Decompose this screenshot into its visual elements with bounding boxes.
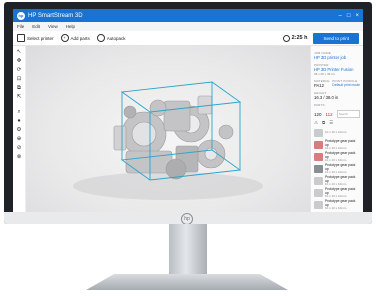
list-item[interactable]: Prototype gear pack up 10 x 10 x 10mm bbox=[314, 175, 360, 187]
job-name-value[interactable]: HP 3D printer job bbox=[314, 55, 360, 60]
layers-icon[interactable]: ⧉ bbox=[322, 120, 325, 126]
list-item[interactable]: Prototype gear pack up 10 x 10 x 10mm bbox=[314, 187, 360, 199]
app-title: HP SmartStream 3D bbox=[28, 12, 83, 19]
right-panel: JOB NAME HP 3D printer job PRINTER HP 3D… bbox=[310, 46, 363, 212]
autopack-label: Autopack bbox=[106, 35, 126, 41]
app-screen: hp HP SmartStream 3D – □ × File Edit Vie… bbox=[13, 9, 363, 212]
autopack-icon bbox=[96, 34, 105, 42]
scale-tool-icon[interactable]: ⊡ bbox=[17, 75, 22, 84]
send-to-print-button[interactable]: Send to print bbox=[313, 32, 359, 44]
print-time-value: 2:25 h bbox=[291, 35, 308, 41]
part-dims: 10 x 10 x 10mm bbox=[325, 182, 347, 187]
monitor-stand bbox=[169, 224, 207, 280]
title-bar: hp HP SmartStream 3D – □ × bbox=[13, 9, 363, 22]
align-tool-icon[interactable]: ⇱ bbox=[17, 93, 22, 102]
menu-bar: File Edit View Help bbox=[13, 22, 363, 31]
menu-view[interactable]: View bbox=[48, 24, 58, 29]
part-thumbnail bbox=[314, 153, 323, 161]
monitor-bezel: hp HP SmartStream 3D – □ × File Edit Vie… bbox=[4, 2, 372, 225]
left-toolbar: ↖ ✥ ⟳ ⊡ ⧉ ⇱ ⌕ ● ⚙ ⊕ ⊘ ⊗ bbox=[13, 46, 26, 212]
close-button[interactable]: × bbox=[355, 13, 359, 19]
list-item[interactable]: 10 x 10 x 10mm bbox=[314, 128, 360, 138]
parts-total-count: 120 bbox=[314, 111, 322, 117]
list-item[interactable]: Prototype gear pack up 10 x 10 x 10mm bbox=[314, 199, 360, 211]
remove-tool-icon[interactable]: ⊗ bbox=[17, 153, 22, 162]
parts-search-input[interactable]: Search bbox=[336, 110, 360, 118]
height-value: 16.3 / 38.0 in bbox=[314, 95, 339, 100]
part-thumbnail bbox=[314, 129, 323, 137]
3d-viewport[interactable] bbox=[26, 46, 310, 212]
part-thumbnail bbox=[314, 201, 323, 209]
part-thumbnail bbox=[314, 141, 323, 149]
maximize-button[interactable]: □ bbox=[347, 13, 351, 19]
part-dims: 10 x 10 x 10mm bbox=[325, 206, 347, 211]
menu-help[interactable]: Help bbox=[66, 24, 75, 29]
move-tool-icon[interactable]: ✥ bbox=[17, 57, 22, 66]
zoom-tool-icon[interactable]: ⌕ bbox=[17, 108, 20, 117]
view-tool-icon[interactable]: ● bbox=[17, 117, 20, 126]
menu-file[interactable]: File bbox=[17, 24, 24, 29]
list-icon[interactable]: ☰ bbox=[329, 120, 333, 126]
duplicate-tool-icon[interactable]: ⧉ bbox=[17, 84, 21, 93]
select-tool-icon[interactable]: ↖ bbox=[17, 48, 22, 57]
add-parts-label: Add parts bbox=[70, 35, 90, 41]
monitor-chin: hp bbox=[4, 212, 372, 225]
select-printer-label: Select printer bbox=[27, 35, 54, 41]
add-icon: + bbox=[60, 34, 69, 42]
printer-icon bbox=[17, 34, 25, 42]
part-thumbnail bbox=[314, 165, 323, 173]
select-printer-button[interactable]: Select printer bbox=[17, 34, 54, 42]
autopack-button[interactable]: Autopack bbox=[96, 34, 126, 42]
rotate-tool-icon[interactable]: ⟳ bbox=[17, 66, 22, 75]
list-item[interactable]: Prototype gear pack up 10 x 10 x 10mm bbox=[314, 163, 360, 175]
part-thumbnail bbox=[314, 189, 323, 197]
parts-counts: 120 112 Search bbox=[314, 110, 360, 118]
add-tool-icon[interactable]: ⊕ bbox=[17, 135, 22, 144]
warning-icon[interactable]: ⚠ bbox=[314, 120, 318, 126]
menu-edit[interactable]: Edit bbox=[32, 24, 40, 29]
monitor-stand-base bbox=[86, 274, 288, 290]
app-logo-icon: hp bbox=[17, 11, 25, 20]
part-dims: 10 x 10 x 10mm bbox=[325, 130, 347, 135]
part-thumbnail bbox=[314, 177, 323, 185]
part-dims: 10 x 10 x 10mm bbox=[325, 194, 347, 199]
toolbar: Select printer + Add parts Autopack 2:25… bbox=[13, 31, 363, 46]
list-item[interactable]: Prototype gear pack up 10 x 10 x 10mm bbox=[314, 151, 360, 163]
print-profile-value[interactable]: Default print mode bbox=[332, 83, 360, 87]
hide-tool-icon[interactable]: ⊘ bbox=[17, 144, 22, 153]
parts-label: PARTS bbox=[314, 103, 325, 107]
minimize-button[interactable]: – bbox=[339, 13, 342, 19]
part-dims: 10 x 10 x 10mm bbox=[325, 170, 347, 175]
material-profile-row: MATERIAL PA12 PRINT PROFILE Default prin… bbox=[314, 76, 360, 88]
clock-icon bbox=[282, 34, 290, 42]
parts-warning-count: 112 bbox=[325, 111, 333, 117]
material-value[interactable]: PA12 bbox=[314, 83, 330, 88]
part-dims: 10 x 10 x 10mm bbox=[325, 158, 347, 163]
parts-actions: ⚠ ⧉ ☰ bbox=[314, 120, 360, 126]
main-area: ↖ ✥ ⟳ ⊡ ⧉ ⇱ ⌕ ● ⚙ ⊕ ⊘ ⊗ JOB NAME HP 3D p… bbox=[13, 46, 363, 212]
list-item[interactable]: Prototype gear pack up 10 x 10 x 10mm bbox=[314, 139, 360, 151]
print-time: 2:25 h bbox=[282, 34, 308, 42]
settings-tool-icon[interactable]: ⚙ bbox=[17, 126, 22, 135]
part-dims: 10 x 10 x 10mm bbox=[325, 146, 347, 151]
add-parts-button[interactable]: + Add parts bbox=[60, 34, 90, 42]
build-volume-render bbox=[73, 81, 263, 200]
